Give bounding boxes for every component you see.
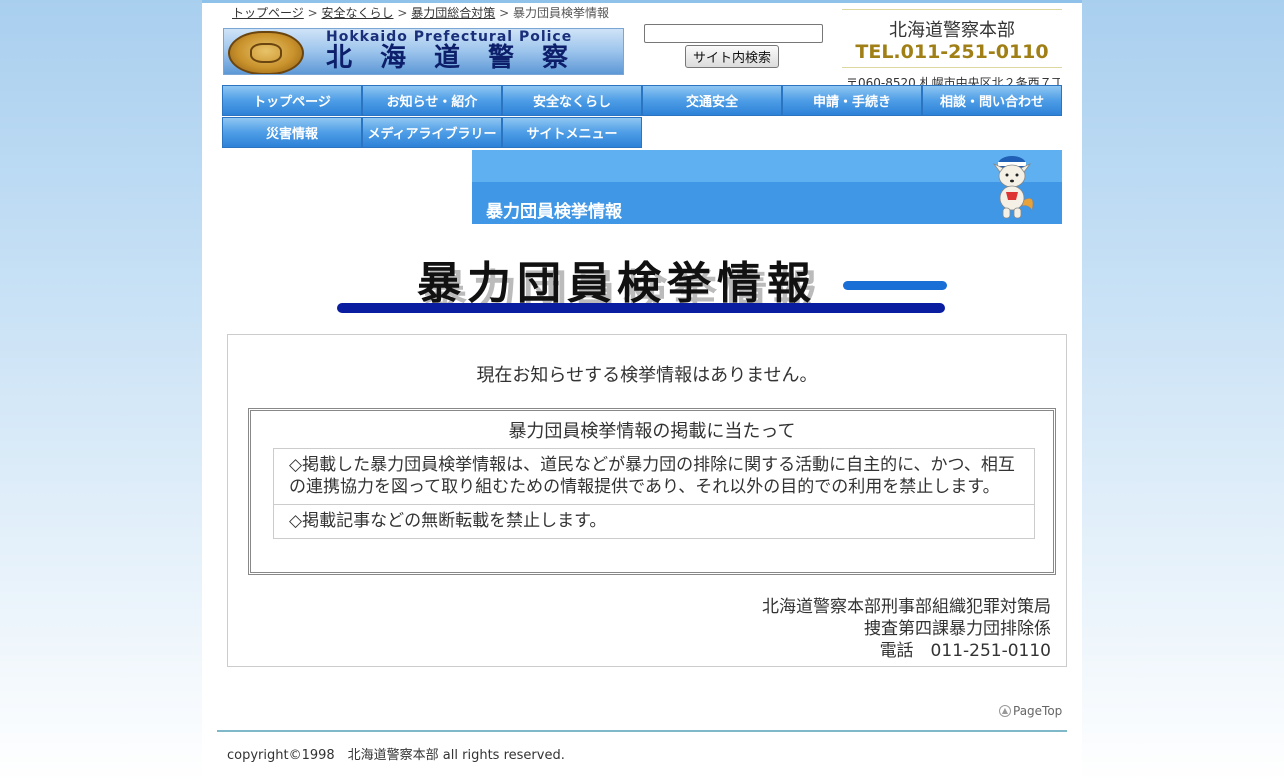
heading-accent-bar — [843, 281, 947, 290]
nav-traffic[interactable]: 交通安全 — [642, 85, 782, 116]
notice-row: ◇掲載した暴力団員検挙情報は、道民などが暴力団の排除に関する活動に自主的に、かつ… — [289, 455, 1015, 497]
nav-consultation[interactable]: 相談・問い合わせ — [922, 85, 1062, 116]
signature-line: 捜査第四課暴力団排除係 — [864, 619, 1051, 639]
banner-title: 暴力団員検挙情報 — [486, 202, 622, 222]
nav-applications[interactable]: 申請・手続き — [782, 85, 922, 116]
page-heading: 暴力団員検挙情報 — [417, 258, 817, 309]
page-container: トップページ > 安全なくらし > 暴力団総合対策 > 暴力団員検挙情報 Hok… — [202, 0, 1082, 783]
divider — [842, 67, 1062, 68]
contact-name: 北海道警察本部 — [889, 20, 1015, 41]
police-emblem-icon — [228, 31, 304, 74]
nav-disaster[interactable]: 災害情報 — [222, 117, 362, 148]
site-logo[interactable]: Hokkaido Prefectural Police 北海道警察 — [223, 28, 624, 75]
nav-top-page[interactable]: トップページ — [222, 85, 362, 116]
banner-top-band — [472, 150, 1062, 182]
breadcrumb: トップページ > 安全なくらし > 暴力団総合対策 > 暴力団員検挙情報 — [232, 4, 609, 21]
up-arrow-icon: ▲ — [999, 705, 1011, 717]
logo-japanese-text: 北海道警察 — [326, 43, 597, 73]
pagetop-link[interactable]: ▲ PageTop — [999, 704, 1062, 718]
search-input[interactable] — [644, 24, 823, 43]
contact-tel: TEL.011-251-0110 — [855, 41, 1049, 63]
signature-line: 北海道警察本部刑事部組織犯罪対策局 — [762, 597, 1051, 617]
content-box: 現在お知らせする検挙情報はありません。 暴力団員検挙情報の掲載に当たって ◇掲載… — [227, 334, 1067, 667]
contact-box: 北海道警察本部 TEL.011-251-0110 〒060-8520 札幌市中央… — [842, 9, 1062, 90]
footer-divider — [217, 730, 1067, 732]
notice-box: 暴力団員検挙情報の掲載に当たって ◇掲載した暴力団員検挙情報は、道民などが暴力団… — [248, 408, 1056, 575]
search-button[interactable]: サイト内検索 — [685, 45, 779, 68]
nav-news[interactable]: お知らせ・紹介 — [362, 85, 502, 116]
breadcrumb-link-safety[interactable]: 安全なくらし — [321, 6, 393, 20]
contact-signature: 北海道警察本部刑事部組織犯罪対策局 捜査第四課暴力団排除係 電話 011-251… — [762, 596, 1051, 662]
page-banner: 暴力団員検挙情報 — [472, 150, 1062, 224]
pagetop-label: PageTop — [1013, 704, 1063, 718]
top-border — [202, 0, 1082, 3]
notice-table: ◇掲載した暴力団員検挙情報は、道民などが暴力団の排除に関する活動に自主的に、かつ… — [273, 448, 1035, 539]
nav-media-library[interactable]: メディアライブラリー — [362, 117, 502, 148]
heading-underline-bar — [337, 303, 945, 313]
breadcrumb-current: 暴力団員検挙情報 — [512, 6, 609, 20]
notice-title: 暴力団員検挙情報の掲載に当たって — [508, 421, 796, 442]
nav-safety[interactable]: 安全なくらし — [502, 85, 642, 116]
police-mascot-fox-icon — [992, 156, 1034, 219]
copyright: copyright©1998 北海道警察本部 all rights reserv… — [227, 748, 565, 763]
breadcrumb-link-gang-measures[interactable]: 暴力団総合対策 — [411, 6, 495, 20]
nav-site-menu[interactable]: サイトメニュー — [502, 117, 642, 148]
breadcrumb-separator: > — [307, 6, 318, 20]
no-info-message: 現在お知らせする検挙情報はありません。 — [476, 365, 818, 386]
breadcrumb-separator: > — [397, 6, 408, 20]
signature-line: 電話 011-251-0110 — [879, 641, 1051, 661]
notice-row: ◇掲載記事などの無断転載を禁止します。 — [274, 504, 1034, 538]
breadcrumb-separator: > — [499, 6, 510, 20]
section-heading: 暴力団員検挙情報 暴力団員検挙情報 — [337, 245, 949, 317]
breadcrumb-link-top[interactable]: トップページ — [232, 6, 304, 20]
